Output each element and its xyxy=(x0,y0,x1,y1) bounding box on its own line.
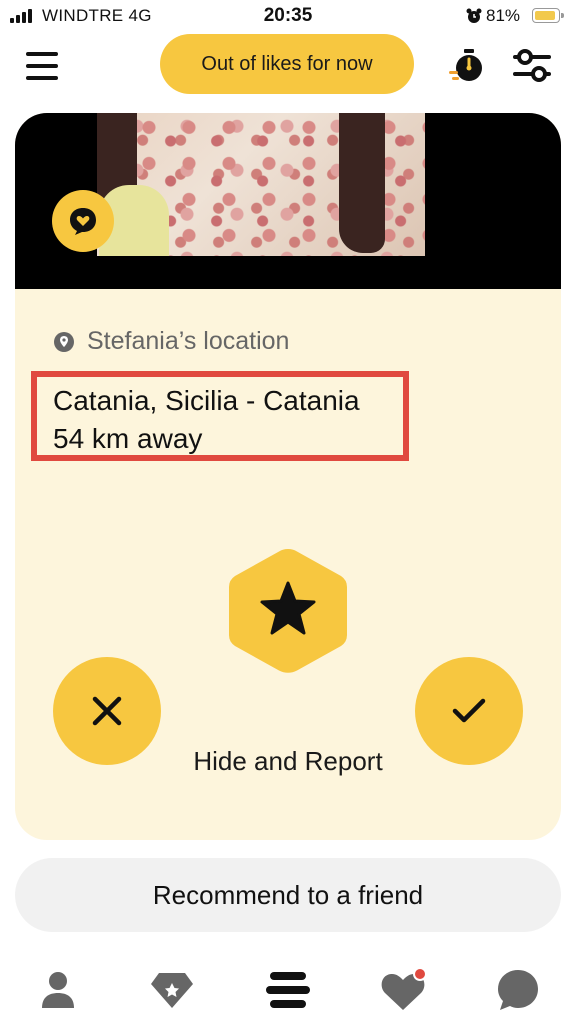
profile-photo[interactable] xyxy=(97,113,425,256)
location-pin-icon xyxy=(54,331,74,352)
alarm-icon xyxy=(466,8,482,23)
filter-icon[interactable] xyxy=(512,46,552,86)
chat-icon xyxy=(498,970,538,1010)
battery-percent: 81% xyxy=(486,6,521,25)
profile-icon xyxy=(42,972,74,1008)
people-icon xyxy=(266,972,310,1008)
menu-icon[interactable] xyxy=(26,52,58,80)
location-row: Stefania’s location xyxy=(53,327,289,356)
chat-bubble-icon xyxy=(70,208,96,235)
recommend-button[interactable]: Recommend to a friend xyxy=(15,858,561,932)
status-bar: WINDTRE 4G 20:35 81% xyxy=(0,0,576,34)
hide-and-report-link[interactable]: Hide and Report xyxy=(15,746,561,777)
nav-people[interactable] xyxy=(258,960,318,1020)
nav-premium[interactable] xyxy=(142,960,202,1020)
battery-icon xyxy=(532,8,564,23)
nav-chats[interactable] xyxy=(488,960,548,1020)
likes-heart-icon xyxy=(381,967,427,1010)
check-icon xyxy=(452,698,486,723)
profile-photo-area[interactable] xyxy=(15,113,561,289)
out-of-likes-button[interactable]: Out of likes for now xyxy=(160,34,414,94)
profile-card: Stefania’s location Catania, Sicilia - C… xyxy=(15,113,561,840)
superswipe-button[interactable] xyxy=(225,545,351,677)
close-icon xyxy=(92,696,122,726)
nav-profile[interactable] xyxy=(28,960,88,1020)
location-distance: 54 km away xyxy=(53,423,203,454)
timer-icon[interactable] xyxy=(448,46,488,86)
location-label: Stefania’s location xyxy=(87,327,290,355)
bottom-nav xyxy=(0,950,576,1024)
premium-diamond-icon xyxy=(151,973,193,1008)
location-city: Catania, Sicilia - Catania xyxy=(53,385,360,416)
compliment-button[interactable] xyxy=(52,190,114,252)
nav-likes[interactable] xyxy=(374,960,434,1020)
